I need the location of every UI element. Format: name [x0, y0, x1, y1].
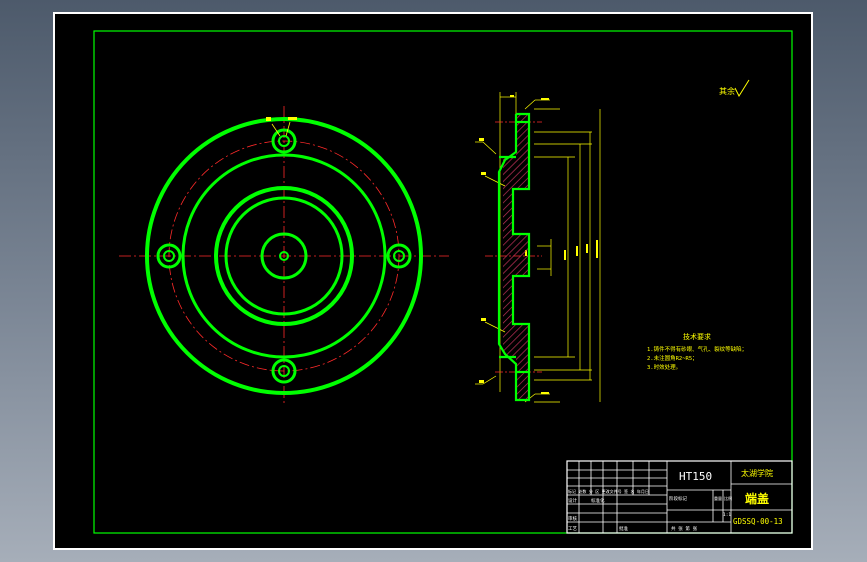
part-name-label: 端盖 [745, 491, 769, 506]
notes-line-2: 2.未注圆角R2~R5； [647, 354, 698, 362]
sheet-info: 共 张 第 张 [671, 525, 698, 532]
revision-columns: 标记 处数 分 区 更改文件号 签 名 年月日 [568, 488, 649, 494]
roughness-label: 其余 [719, 86, 735, 96]
process-label: 工艺 [568, 526, 577, 532]
weight-label: 重量 [714, 495, 722, 501]
standard-label: 标准化 [591, 497, 605, 504]
stage-label: 阶段标记 [669, 495, 687, 502]
front-view [119, 106, 449, 406]
drawing-number-label: GDSSQ-00-13 [733, 517, 783, 526]
cad-drawing: 其余 技术要求 1.铸件不得有砂眼、气孔、裂纹等缺陷； 2.未注圆角R2~R5；… [93, 30, 793, 534]
section-view [475, 92, 601, 403]
roughness-symbol: 其余 [719, 79, 750, 98]
review-label: 审核 [568, 515, 577, 522]
notes-line-3: 3.时效处理。 [647, 363, 681, 371]
drawing-sheet: 其余 技术要求 1.铸件不得有砂眼、气孔、裂纹等缺陷； 2.未注圆角R2~R5；… [53, 12, 813, 550]
school-label: 太湖学院 [741, 468, 773, 478]
approve-label: 批准 [619, 525, 628, 532]
drawing-frame [93, 30, 793, 534]
scale-value: 1:1 [723, 512, 731, 518]
technical-notes: 技术要求 1.铸件不得有砂眼、气孔、裂纹等缺陷； 2.未注圆角R2~R5； 3.… [647, 332, 747, 371]
material-label: HT150 [679, 470, 712, 483]
design-label: 设计 [568, 497, 577, 504]
notes-line-1: 1.铸件不得有砂眼、气孔、裂纹等缺陷； [647, 345, 747, 353]
notes-heading: 技术要求 [683, 332, 711, 341]
scale-label: 比例 [724, 495, 732, 501]
